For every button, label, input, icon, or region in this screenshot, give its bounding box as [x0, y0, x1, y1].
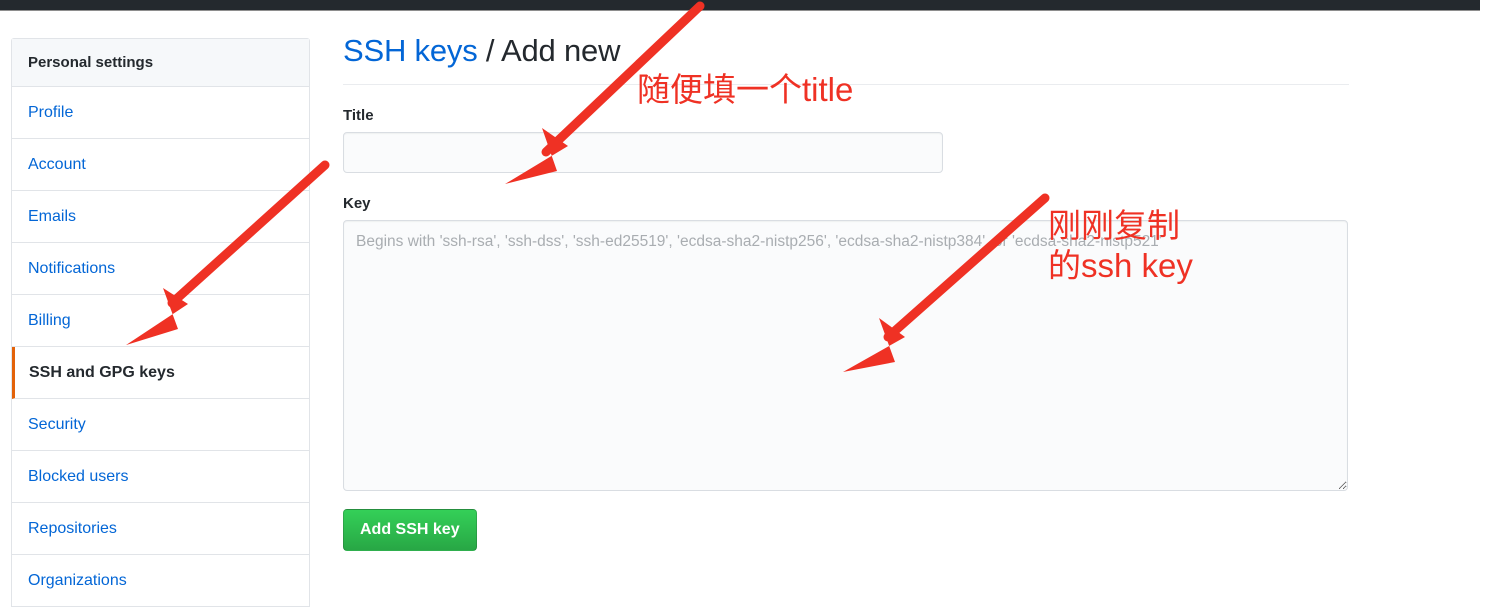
page-title: SSH keys / Add new: [343, 30, 1349, 85]
sidebar-item-profile[interactable]: Profile: [12, 87, 309, 139]
sidebar-item-account[interactable]: Account: [12, 139, 309, 191]
sidebar-item-notifications[interactable]: Notifications: [12, 243, 309, 295]
sidebar-item-organizations[interactable]: Organizations: [12, 555, 309, 607]
sidebar-item-blocked-users[interactable]: Blocked users: [12, 451, 309, 503]
sidebar-item-billing[interactable]: Billing: [12, 295, 309, 347]
key-field-label: Key: [343, 195, 371, 212]
top-navigation-bar: [0, 0, 1480, 11]
breadcrumb-ssh-keys-link[interactable]: SSH keys: [343, 33, 478, 68]
sidebar-item-emails[interactable]: Emails: [12, 191, 309, 243]
add-ssh-key-form: SSH keys / Add new Title Key Add SSH key: [343, 30, 1349, 551]
sidebar-header: Personal settings: [12, 39, 309, 87]
personal-settings-sidebar: Personal settings Profile Account Emails…: [11, 38, 310, 607]
breadcrumb-current: / Add new: [477, 33, 621, 68]
title-input[interactable]: [343, 132, 943, 173]
title-field-label: Title: [343, 107, 374, 124]
sidebar-item-repositories[interactable]: Repositories: [12, 503, 309, 555]
sidebar-item-security[interactable]: Security: [12, 399, 309, 451]
key-textarea[interactable]: [343, 220, 1348, 491]
add-ssh-key-button[interactable]: Add SSH key: [343, 509, 477, 551]
sidebar-item-ssh-and-gpg-keys[interactable]: SSH and GPG keys: [12, 347, 309, 399]
